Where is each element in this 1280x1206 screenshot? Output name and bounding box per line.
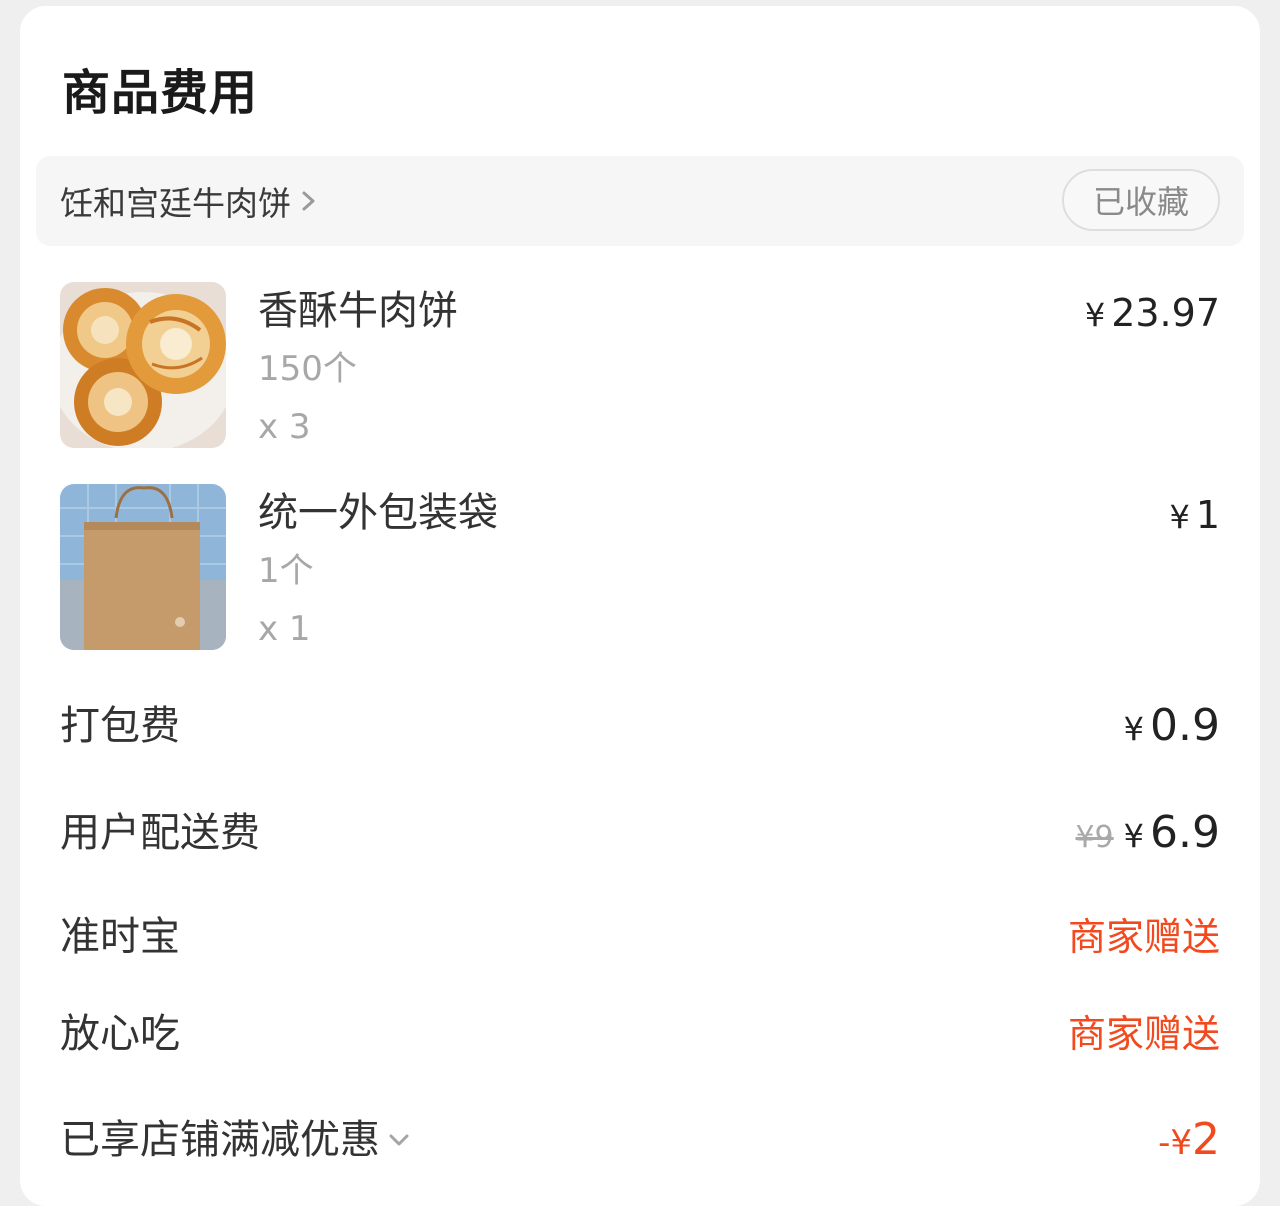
fee-card: 商品费用 饪和宫廷牛肉饼 已收藏 香酥牛肉饼 150个 x 3 ¥ 23.97 … [20,6,1260,1206]
discount-prefix: -¥ [1158,1123,1192,1163]
packing-fee-amount: 0.9 [1150,700,1220,751]
chevron-right-icon [302,191,315,211]
price-amount: 23.97 [1111,291,1220,335]
store-link[interactable]: 饪和宫廷牛肉饼 [60,176,321,226]
item-quantity: x 3 [258,407,311,447]
store-discount-value: -¥2 [1158,1110,1220,1179]
list-item[interactable]: 统一外包装袋 1个 x 1 ¥1 [60,484,1220,654]
list-item[interactable]: 香酥牛肉饼 150个 x 3 ¥23.97 [60,282,1220,452]
delivery-fee-row: 用户配送费 ¥9 ¥6.9 [60,803,1220,863]
section-title: 商品费用 [62,65,259,121]
favorite-button[interactable]: 已收藏 [1062,169,1220,231]
item-price: ¥1 [1169,490,1220,548]
store-name: 饪和宫廷牛肉饼 [60,184,291,223]
price-amount: 1 [1195,493,1220,537]
packing-fee-row: 打包费 ¥0.9 [60,696,1220,756]
currency-symbol: ¥ [1169,498,1190,536]
beef-pie-image [60,282,226,448]
safe-eat-value: 商家赠送 [1068,1004,1220,1072]
on-time-row: 准时宝 商家赠送 [60,907,1220,967]
currency-symbol: ¥ [1084,296,1106,334]
item-spec: 150个 [258,349,357,389]
original-delivery-price: ¥9 [1075,820,1114,855]
item-name: 香酥牛肉饼 [258,288,458,334]
merchant-gift-badge: 商家赠送 [1067,915,1220,959]
store-discount-toggle[interactable]: 已享店铺满减优惠 [60,1110,412,1170]
store-bar: 饪和宫廷牛肉饼 已收藏 [36,156,1244,246]
delivery-fee-value: ¥9 ¥6.9 [1075,803,1220,872]
delivery-fee-amount: 6.9 [1150,807,1220,858]
item-price: ¥23.97 [1085,288,1220,346]
packing-fee-label: 打包费 [60,703,180,749]
item-quantity: x 1 [258,609,311,649]
paper-bag-image [60,484,226,650]
store-discount-label: 已享店铺满减优惠 [60,1117,380,1163]
store-discount-row[interactable]: 已享店铺满减优惠 -¥2 [60,1110,1220,1170]
on-time-value: 商家赠送 [1068,907,1220,975]
item-name: 统一外包装袋 [258,490,498,536]
discount-amount: 2 [1192,1114,1220,1165]
safe-eat-row: 放心吃 商家赠送 [60,1004,1220,1064]
on-time-label: 准时宝 [60,914,180,960]
delivery-fee-label: 用户配送费 [60,810,260,856]
item-spec: 1个 [258,551,314,591]
packing-fee-value: ¥0.9 [1124,696,1220,765]
merchant-gift-badge: 商家赠送 [1067,1012,1220,1056]
chevron-down-icon [389,1134,409,1146]
currency-symbol: ¥ [1123,710,1145,748]
safe-eat-label: 放心吃 [60,1011,180,1057]
currency-symbol: ¥ [1123,817,1145,855]
